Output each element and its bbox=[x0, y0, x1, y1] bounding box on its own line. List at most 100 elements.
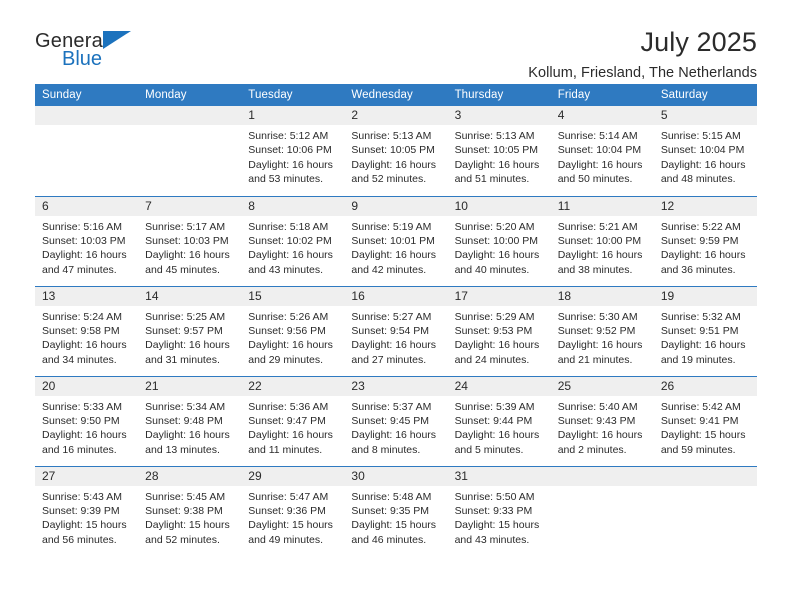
daylight-text: Daylight: 15 hours and 46 minutes. bbox=[351, 519, 437, 546]
calendar-day-cell[interactable]: 11 Sunrise: 5:21 AM Sunset: 10:00 PM Daylig… bbox=[550, 195, 654, 286]
calendar-day-cell[interactable]: 22 Sunrise: 5:36 AM Sunset: 9:47 PM Dayligh… bbox=[241, 375, 345, 466]
sunrise-text: Sunrise: 5:37 AM bbox=[351, 400, 432, 413]
calendar-day-cell[interactable]: 3 Sunrise: 5:13 AM Sunset: 10:05 PM Dayligh… bbox=[447, 106, 551, 196]
calendar-day-cell[interactable]: 26 Sunrise: 5:42 AM Sunset: 9:41 PM Dayligh… bbox=[653, 375, 757, 466]
day-details: Sunrise: 5:20 AM Sunset: 10:00 PM Daylight… bbox=[448, 216, 551, 278]
day-number: 24 bbox=[447, 376, 551, 396]
sunset-text: Sunset: 9:43 PM bbox=[557, 414, 636, 427]
day-details: Sunrise: 5:40 AM Sunset: 9:43 PM Daylight:… bbox=[551, 396, 654, 458]
day-number bbox=[138, 106, 242, 125]
sunrise-text: Sunrise: 5:15 AM bbox=[660, 130, 741, 142]
calendar-day-cell[interactable]: 24 Sunrise: 5:39 AM Sunset: 9:44 PM Dayligh… bbox=[447, 375, 551, 466]
daylight-text: Daylight: 16 hours and 36 minutes. bbox=[660, 249, 746, 276]
day-number: 18 bbox=[550, 286, 654, 306]
calendar-day-cell[interactable]: 31 Sunrise: 5:50 AM Sunset: 9:33 PM Dayligh… bbox=[447, 465, 551, 556]
calendar-page: General Blue July 2025 Kollum, Friesland… bbox=[0, 0, 792, 612]
sunrise-text: Sunrise: 5:14 AM bbox=[557, 130, 638, 142]
day-number: 28 bbox=[138, 466, 242, 486]
day-number: 17 bbox=[447, 286, 551, 306]
sunrise-text: Sunrise: 5:17 AM bbox=[145, 220, 226, 233]
calendar-day-cell[interactable]: 13 Sunrise: 5:24 AM Sunset: 9:58 PM Dayligh… bbox=[35, 285, 139, 376]
sunset-text: Sunset: 9:52 PM bbox=[557, 324, 636, 337]
day-details: Sunrise: 5:45 AM Sunset: 9:38 PM Daylight:… bbox=[138, 486, 241, 548]
sunset-text: Sunset: 9:56 PM bbox=[248, 324, 326, 337]
day-details: Sunrise: 5:13 AM Sunset: 10:05 PM Daylight… bbox=[448, 125, 551, 187]
calendar-day-cell[interactable]: 19 Sunrise: 5:32 AM Sunset: 9:51 PM Dayligh… bbox=[653, 285, 757, 376]
day-details: Sunrise: 5:42 AM Sunset: 9:41 PM Daylight:… bbox=[654, 396, 757, 458]
calendar-day-cell[interactable]: 6 Sunrise: 5:16 AM Sunset: 10:03 PM Dayligh… bbox=[35, 195, 139, 286]
day-number: 5 bbox=[653, 106, 757, 125]
daylight-text: Daylight: 15 hours and 43 minutes. bbox=[454, 519, 540, 546]
calendar-day-cell[interactable]: 30 Sunrise: 5:48 AM Sunset: 9:35 PM Dayligh… bbox=[344, 465, 448, 556]
calendar-body: 1 Sunrise: 5:12 AM Sunset: 10:06 PM Dayligh… bbox=[35, 106, 757, 556]
daylight-text: Daylight: 16 hours and 13 minutes. bbox=[145, 429, 230, 456]
sunset-text: Sunset: 10:01 PM bbox=[351, 234, 435, 247]
calendar-day-cell[interactable]: 25 Sunrise: 5:40 AM Sunset: 9:43 PM Dayligh… bbox=[550, 375, 654, 466]
calendar-day-cell[interactable]: 10 Sunrise: 5:20 AM Sunset: 10:00 PM Daylig… bbox=[447, 195, 551, 286]
calendar-day-cell[interactable]: 28 Sunrise: 5:45 AM Sunset: 9:38 PM Dayligh… bbox=[138, 465, 242, 556]
sunset-text: Sunset: 9:45 PM bbox=[351, 414, 430, 427]
daylight-text: Daylight: 16 hours and 42 minutes. bbox=[351, 249, 437, 276]
weekday-header-saturday: Saturday bbox=[653, 84, 757, 106]
day-number bbox=[35, 106, 139, 125]
sunset-text: Sunset: 9:53 PM bbox=[454, 324, 533, 337]
day-number: 11 bbox=[550, 196, 654, 216]
calendar-day-cell[interactable]: 29 Sunrise: 5:47 AM Sunset: 9:36 PM Dayligh… bbox=[241, 465, 345, 556]
calendar-day-cell[interactable]: 7 Sunrise: 5:17 AM Sunset: 10:03 PM Dayligh… bbox=[138, 195, 242, 286]
day-details: Sunrise: 5:15 AM Sunset: 10:04 PM Daylight… bbox=[654, 125, 757, 187]
daylight-text: Daylight: 16 hours and 50 minutes. bbox=[557, 158, 643, 186]
calendar-day-cell[interactable]: 21 Sunrise: 5:34 AM Sunset: 9:48 PM Dayligh… bbox=[138, 375, 242, 466]
day-number: 30 bbox=[344, 466, 448, 486]
day-details: Sunrise: 5:18 AM Sunset: 10:02 PM Daylight… bbox=[241, 216, 344, 278]
day-number bbox=[653, 466, 757, 486]
weekday-header-sunday: Sunday bbox=[35, 84, 139, 106]
weekday-header-friday: Friday bbox=[550, 84, 654, 106]
daylight-text: Daylight: 16 hours and 27 minutes. bbox=[351, 339, 437, 366]
sunset-text: Sunset: 10:04 PM bbox=[557, 144, 642, 157]
daylight-text: Daylight: 16 hours and 51 minutes. bbox=[454, 158, 540, 186]
day-details: Sunrise: 5:24 AM Sunset: 9:58 PM Daylight:… bbox=[35, 306, 138, 368]
calendar-day-cell[interactable]: 1 Sunrise: 5:12 AM Sunset: 10:06 PM Dayligh… bbox=[241, 106, 345, 196]
calendar-day-cell[interactable]: 18 Sunrise: 5:30 AM Sunset: 9:52 PM Dayligh… bbox=[550, 285, 654, 376]
calendar-day-cell[interactable]: 9 Sunrise: 5:19 AM Sunset: 10:01 PM Dayligh… bbox=[344, 195, 448, 286]
day-details: Sunrise: 5:29 AM Sunset: 9:53 PM Daylight:… bbox=[448, 306, 551, 368]
calendar-day-cell[interactable]: 17 Sunrise: 5:29 AM Sunset: 9:53 PM Dayligh… bbox=[447, 285, 551, 376]
calendar-day-cell[interactable]: 23 Sunrise: 5:37 AM Sunset: 9:45 PM Dayligh… bbox=[344, 375, 448, 466]
sunrise-text: Sunrise: 5:34 AM bbox=[145, 400, 226, 413]
calendar-day-cell[interactable]: 4 Sunrise: 5:14 AM Sunset: 10:04 PM Dayligh… bbox=[550, 106, 654, 196]
day-details: Sunrise: 5:39 AM Sunset: 9:44 PM Daylight:… bbox=[448, 396, 551, 458]
sunset-text: Sunset: 9:38 PM bbox=[145, 504, 223, 517]
calendar-day-cell[interactable]: 5 Sunrise: 5:15 AM Sunset: 10:04 PM Dayligh… bbox=[653, 106, 757, 196]
calendar-day-cell[interactable]: 8 Sunrise: 5:18 AM Sunset: 10:02 PM Dayligh… bbox=[241, 195, 345, 286]
daylight-text: Daylight: 16 hours and 34 minutes. bbox=[42, 339, 127, 366]
day-number: 7 bbox=[138, 196, 242, 216]
day-number: 1 bbox=[241, 106, 345, 125]
sunset-text: Sunset: 9:41 PM bbox=[660, 414, 739, 427]
logo-text-blue: Blue bbox=[62, 48, 103, 70]
day-number: 12 bbox=[653, 196, 757, 216]
general-blue-logo[interactable]: General Blue bbox=[35, 28, 155, 76]
sunrise-text: Sunrise: 5:25 AM bbox=[145, 310, 226, 323]
day-details: Sunrise: 5:17 AM Sunset: 10:03 PM Daylight… bbox=[138, 216, 241, 278]
page-header: General Blue July 2025 Kollum, Friesland… bbox=[35, 0, 757, 82]
sunrise-text: Sunrise: 5:19 AM bbox=[351, 220, 432, 233]
calendar-day-cell[interactable]: 2 Sunrise: 5:13 AM Sunset: 10:05 PM Dayligh… bbox=[344, 106, 448, 196]
day-details: Sunrise: 5:13 AM Sunset: 10:05 PM Daylight… bbox=[344, 125, 447, 187]
calendar-day-cell[interactable]: 20 Sunrise: 5:33 AM Sunset: 9:50 PM Dayligh… bbox=[35, 375, 139, 466]
calendar-header-row: Sunday Monday Tuesday Wednesday Thursday… bbox=[35, 84, 757, 106]
calendar-day-cell[interactable]: 12 Sunrise: 5:22 AM Sunset: 9:59 PM Dayligh… bbox=[653, 195, 757, 286]
sunrise-text: Sunrise: 5:16 AM bbox=[42, 220, 122, 233]
sunset-text: Sunset: 9:59 PM bbox=[660, 234, 739, 247]
daylight-text: Daylight: 16 hours and 8 minutes. bbox=[351, 429, 437, 456]
daylight-text: Daylight: 15 hours and 52 minutes. bbox=[145, 519, 230, 546]
sunset-text: Sunset: 10:05 PM bbox=[351, 144, 435, 157]
daylight-text: Daylight: 16 hours and 16 minutes. bbox=[42, 429, 127, 456]
calendar-day-cell[interactable]: 16 Sunrise: 5:27 AM Sunset: 9:54 PM Dayligh… bbox=[344, 285, 448, 376]
sunrise-text: Sunrise: 5:26 AM bbox=[248, 310, 329, 323]
sunset-text: Sunset: 10:04 PM bbox=[660, 144, 745, 157]
calendar-day-cell[interactable]: 15 Sunrise: 5:26 AM Sunset: 9:56 PM Dayligh… bbox=[241, 285, 345, 376]
calendar-day-cell[interactable]: 27 Sunrise: 5:43 AM Sunset: 9:39 PM Dayligh… bbox=[35, 465, 139, 556]
month-calendar: Sunday Monday Tuesday Wednesday Thursday… bbox=[35, 84, 757, 556]
day-details: Sunrise: 5:32 AM Sunset: 9:51 PM Daylight:… bbox=[654, 306, 757, 368]
calendar-day-cell[interactable]: 14 Sunrise: 5:25 AM Sunset: 9:57 PM Dayligh… bbox=[138, 285, 242, 376]
